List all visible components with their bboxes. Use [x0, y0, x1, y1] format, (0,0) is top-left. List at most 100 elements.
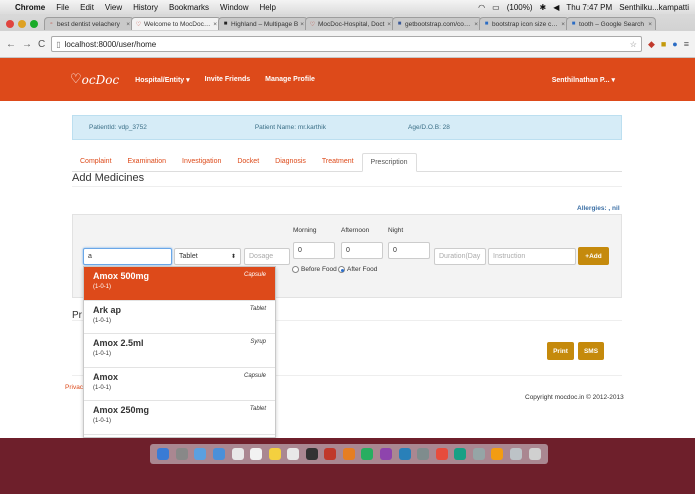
- instruction-input[interactable]: Instruction: [488, 248, 576, 265]
- close-tab-icon[interactable]: ×: [126, 21, 130, 28]
- tab-examination[interactable]: Examination: [120, 158, 175, 171]
- tab-treatment[interactable]: Treatment: [314, 158, 362, 171]
- clock[interactable]: Thu 7:47 PM: [566, 3, 612, 12]
- tab-docket[interactable]: Docket: [229, 158, 267, 171]
- extension-icon[interactable]: ●: [672, 39, 677, 49]
- extension-icon[interactable]: ■: [661, 39, 666, 49]
- zoom-window-icon[interactable]: [30, 20, 38, 28]
- app-icon[interactable]: [342, 448, 355, 460]
- tab-prescription[interactable]: Prescription: [361, 153, 417, 172]
- tab-investigation[interactable]: Investigation: [174, 158, 229, 171]
- app-icon[interactable]: [491, 448, 504, 460]
- mocdoc-logo[interactable]: ♡ ocDoc: [70, 72, 119, 87]
- forward-icon[interactable]: →: [22, 39, 32, 50]
- afternoon-input[interactable]: 0: [341, 242, 383, 259]
- close-tab-icon[interactable]: ×: [300, 21, 304, 28]
- bluetooth-icon[interactable]: ✱: [540, 3, 547, 12]
- app-icon[interactable]: [324, 448, 337, 460]
- launchpad-icon[interactable]: [175, 448, 188, 460]
- close-tab-icon[interactable]: ×: [648, 21, 652, 28]
- autocomplete-item[interactable]: Amox 250mg (1-0-1) Tablet: [84, 401, 275, 435]
- menu-chrome[interactable]: Chrome: [15, 3, 45, 12]
- close-tab-icon[interactable]: ×: [474, 21, 478, 28]
- close-tab-icon[interactable]: ×: [213, 21, 217, 28]
- volume-icon[interactable]: ◀: [553, 3, 559, 12]
- calendar-icon[interactable]: [250, 448, 263, 460]
- address-bar[interactable]: ▯ localhost:8000/user/home ☆: [51, 36, 642, 52]
- app-icon[interactable]: [454, 448, 467, 460]
- tab-complaint[interactable]: Complaint: [72, 158, 120, 171]
- close-window-icon[interactable]: [6, 20, 14, 28]
- safari-icon[interactable]: [194, 448, 207, 460]
- menu-file[interactable]: File: [56, 3, 69, 12]
- notes-icon[interactable]: [268, 448, 281, 460]
- downloads-icon[interactable]: [509, 448, 522, 460]
- tab-title: best dentist velachery: [57, 20, 120, 28]
- print-button[interactable]: Print: [547, 342, 574, 360]
- before-food-radio[interactable]: [292, 266, 299, 273]
- after-food-option[interactable]: After Food: [338, 266, 377, 273]
- app-icon[interactable]: [472, 448, 485, 460]
- browser-tab[interactable]: ■ bootstrap icon size char ×: [479, 17, 569, 30]
- bookmark-star-icon[interactable]: ☆: [630, 40, 637, 49]
- add-medicine-button[interactable]: +Add: [578, 247, 609, 265]
- mail-icon[interactable]: [212, 448, 225, 460]
- reload-icon[interactable]: C: [38, 39, 45, 50]
- user-menu[interactable]: Senthilnathan P... ▾: [552, 76, 615, 84]
- duration-input[interactable]: Duration(Day: [434, 248, 486, 265]
- terminal-icon[interactable]: [305, 448, 318, 460]
- messages-icon[interactable]: [361, 448, 374, 460]
- itunes-icon[interactable]: [380, 448, 393, 460]
- autocomplete-item[interactable]: Amox (1-0-1) Capsule: [84, 368, 275, 401]
- nav-manage-profile[interactable]: Manage Profile: [265, 76, 315, 83]
- morning-input[interactable]: 0: [293, 242, 335, 259]
- medicine-search-input[interactable]: a: [83, 248, 172, 265]
- sms-button[interactable]: SMS: [578, 342, 604, 360]
- autocomplete-item[interactable]: Amox 2.5ml (1-0-1) Syrup: [84, 334, 275, 368]
- autocomplete-item[interactable]: Amox 500mg (1-0-1) Capsule: [84, 267, 275, 301]
- menu-history[interactable]: History: [133, 3, 158, 12]
- mocdoc-favicon-icon: ♡: [309, 21, 316, 28]
- browser-tab[interactable]: ■ getbootstrap.com/comp ×: [392, 17, 482, 30]
- form-select[interactable]: Tablet ⬍: [174, 248, 241, 265]
- menu-bookmarks[interactable]: Bookmarks: [169, 3, 209, 12]
- tab-title: tooth – Google Search: [579, 20, 645, 28]
- back-icon[interactable]: ←: [6, 39, 16, 50]
- nav-invite-friends[interactable]: Invite Friends: [205, 76, 251, 83]
- wifi-icon[interactable]: ◠: [478, 3, 485, 12]
- finder-icon[interactable]: [157, 448, 170, 460]
- close-tab-icon[interactable]: ×: [387, 21, 391, 28]
- reminders-icon[interactable]: [287, 448, 300, 460]
- menubar-user[interactable]: Senthilku...kampatti: [619, 3, 689, 12]
- nav-hospital-entity[interactable]: Hospital/Entity ▾: [135, 76, 189, 84]
- chrome-icon[interactable]: [435, 448, 448, 460]
- tab-diagnosis[interactable]: Diagnosis: [267, 158, 314, 171]
- medicine-autocomplete: Amox 500mg (1-0-1) Capsule Ark ap (1-0-1…: [83, 266, 276, 438]
- after-food-radio[interactable]: [338, 266, 345, 273]
- contacts-icon[interactable]: [231, 448, 244, 460]
- menu-view[interactable]: View: [105, 3, 122, 12]
- close-tab-icon[interactable]: ×: [561, 21, 565, 28]
- browser-tab[interactable]: ■ tooth – Google Search ×: [566, 17, 656, 30]
- browser-tab[interactable]: ▫ best dentist velachery ×: [44, 17, 134, 30]
- trash-icon[interactable]: [528, 448, 541, 460]
- extension-icon[interactable]: ◆: [648, 39, 655, 50]
- system-preferences-icon[interactable]: [417, 448, 430, 460]
- url-text: localhost:8000/user/home: [64, 39, 157, 49]
- night-input[interactable]: 0: [388, 242, 430, 259]
- browser-tab[interactable]: ■ Highland – Multipage B ×: [218, 17, 308, 30]
- minimize-window-icon[interactable]: [18, 20, 26, 28]
- browser-tab[interactable]: ♡ MocDoc-Hospital, Doct ×: [305, 17, 395, 30]
- privacy-link[interactable]: Privac: [65, 384, 83, 391]
- before-food-option[interactable]: Before Food: [292, 266, 337, 273]
- menu-edit[interactable]: Edit: [80, 3, 94, 12]
- browser-tab-active[interactable]: ♡ Welcome to MocDoc - A ×: [131, 17, 221, 30]
- dosage-placeholder: Dosage: [249, 253, 274, 260]
- menu-help[interactable]: Help: [259, 3, 275, 12]
- dosage-input[interactable]: Dosage: [244, 248, 290, 265]
- app-store-icon[interactable]: [398, 448, 411, 460]
- battery-icon[interactable]: ▭: [492, 3, 500, 12]
- menu-window[interactable]: Window: [220, 3, 248, 12]
- autocomplete-item[interactable]: Ark ap (1-0-1) Tablet: [84, 301, 275, 334]
- menu-icon[interactable]: ≡: [684, 39, 689, 49]
